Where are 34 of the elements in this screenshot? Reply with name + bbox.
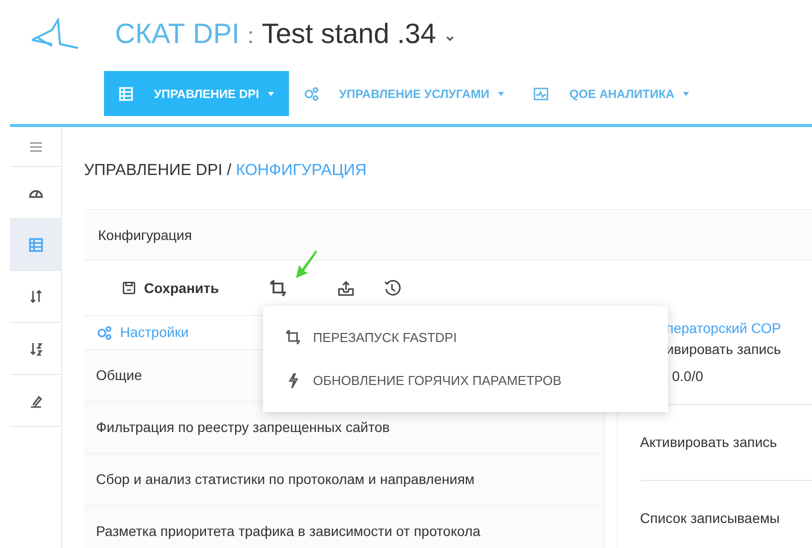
- save-icon: [122, 281, 136, 295]
- crop-icon: [285, 329, 301, 346]
- title-separator: :: [248, 22, 254, 50]
- chart-icon: [533, 86, 550, 102]
- breadcrumb: УПРАВЛЕНИЕ DPI / КОНФИГУРАЦИЯ: [84, 161, 368, 181]
- sort-icon[interactable]: [28, 288, 44, 304]
- brand-name: СКАТ DPI: [115, 17, 240, 51]
- caret-icon: [682, 90, 690, 98]
- field-label: Список записываемы: [640, 509, 780, 528]
- history-button[interactable]: [382, 279, 401, 297]
- settings-item[interactable]: Разметка приоритета трафика в зависимости от протокола: [84, 505, 604, 548]
- settings-item[interactable]: Сбор и анализ статистики по протоколам и направлениям: [84, 453, 604, 505]
- stand-title: Test stand .34: [262, 17, 436, 51]
- logo-icon: [30, 18, 80, 50]
- caret-icon: [267, 90, 276, 98]
- field-label: Активировать запись: [640, 433, 777, 452]
- menu-item[interactable]: ОБНОВЛЕНИЕ ГОРЯЧИХ ПАРАМЕТРОВ: [285, 371, 668, 390]
- settings-title: Настройки: [120, 323, 189, 342]
- table-icon: [118, 86, 134, 102]
- sort-icon[interactable]: [28, 340, 44, 356]
- upload-button[interactable]: [336, 279, 355, 297]
- save-button[interactable]: Сохранить: [122, 278, 219, 298]
- caret-icon: [497, 90, 506, 98]
- gears-icon: [96, 324, 112, 340]
- gears-icon: [303, 86, 320, 102]
- field-label: ивировать запись: [666, 340, 782, 359]
- restart-button[interactable]: [268, 279, 287, 297]
- card-title: Конфигурация: [84, 209, 812, 261]
- crop-icon: [268, 279, 287, 297]
- field-value: 0.0/0: [671, 367, 704, 386]
- section-title: ператорский СОР: [665, 319, 782, 338]
- history-icon: [382, 279, 401, 297]
- upload-icon: [336, 279, 355, 297]
- menu-item[interactable]: ПЕРЕЗАПУСК FASTDPI: [285, 328, 668, 347]
